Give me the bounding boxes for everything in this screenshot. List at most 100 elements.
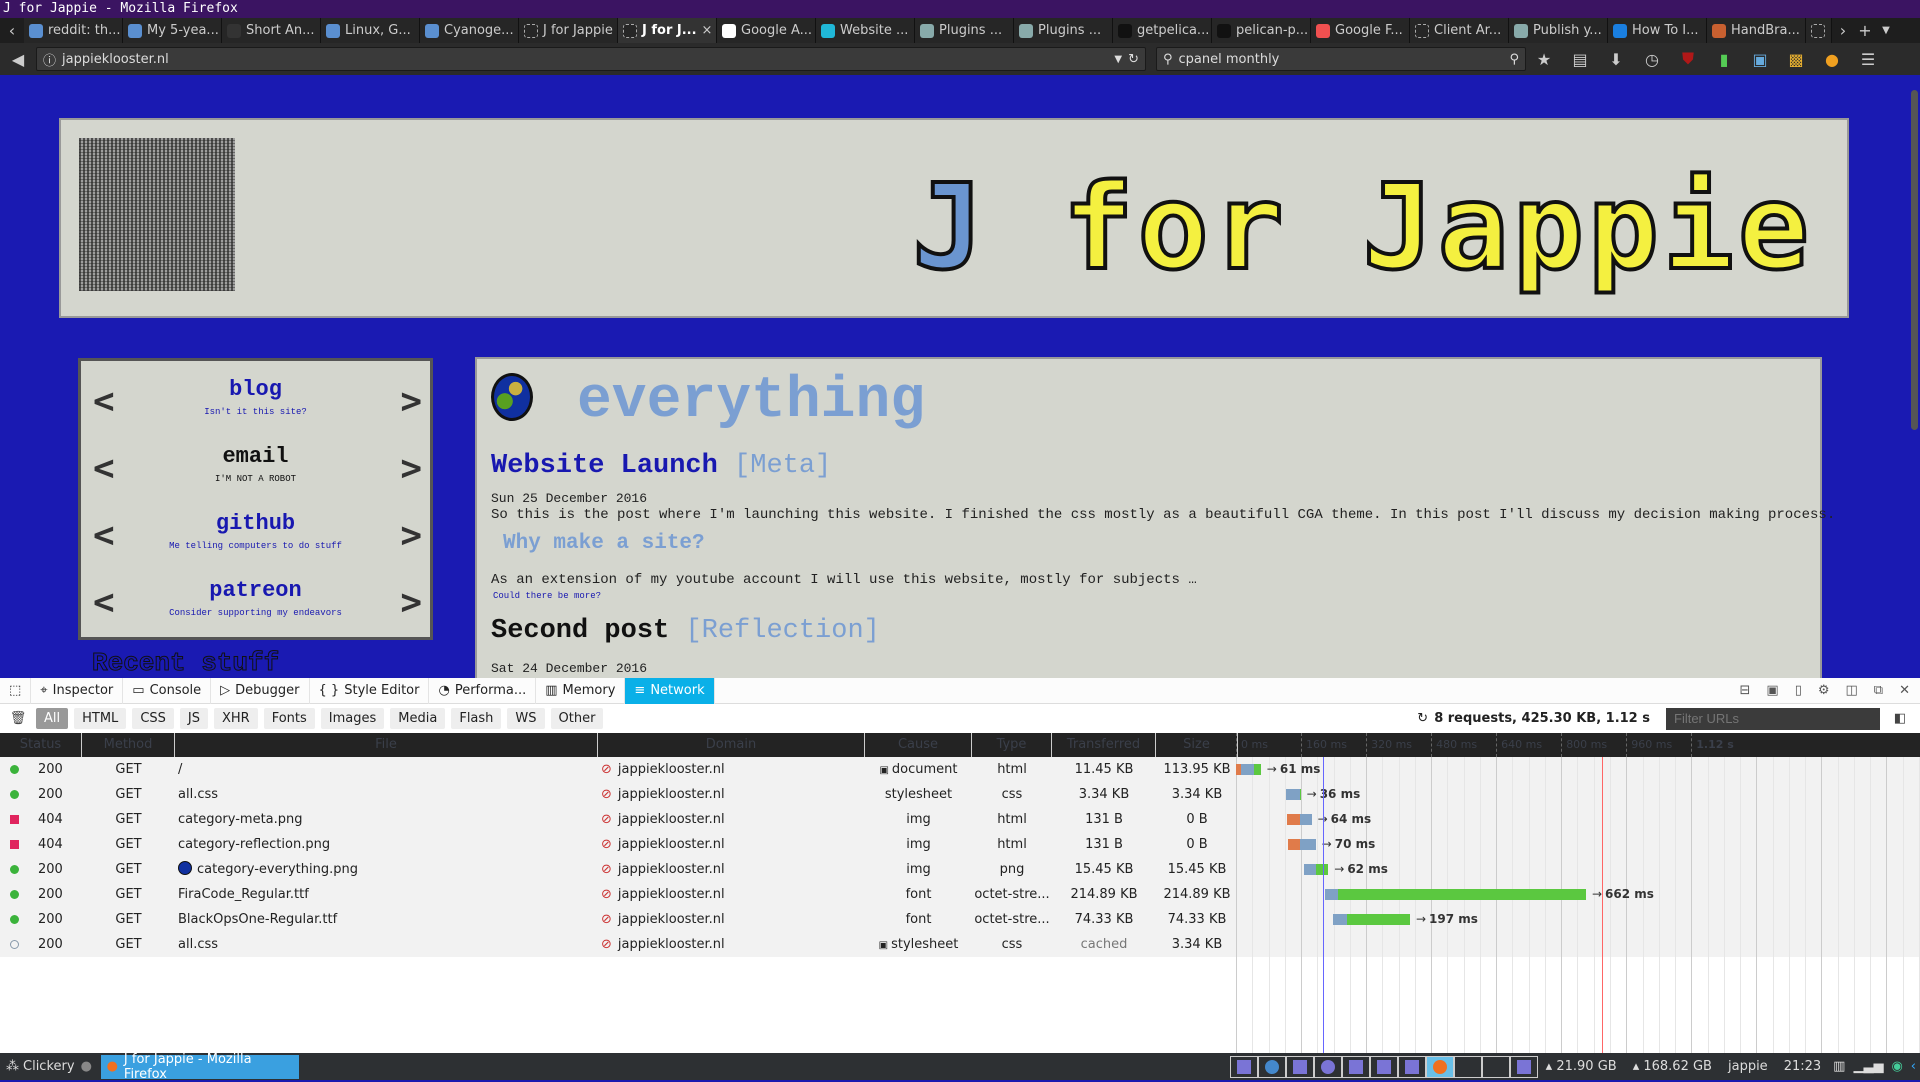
- network-request-row[interactable]: 200 GET category-everything.png ⊘ jappiekloo…: [0, 857, 1920, 882]
- tray-app[interactable]: [1313, 1055, 1342, 1078]
- css-extension-icon[interactable]: ▩: [1778, 50, 1814, 69]
- ublock-icon[interactable]: ⛊: [1670, 49, 1706, 69]
- browser-tab[interactable]: J for Jappie: [519, 18, 618, 43]
- filter-urls-input[interactable]: [1666, 707, 1880, 730]
- settings-gear-icon[interactable]: ⚙: [1818, 683, 1830, 698]
- tab-list-icon[interactable]: ▼: [1876, 25, 1896, 36]
- downloads-icon[interactable]: ⬇: [1598, 50, 1634, 69]
- devtools-tab-console[interactable]: ▭ Console: [123, 677, 212, 704]
- browser-tab[interactable]: Plugins ...: [1014, 18, 1113, 43]
- url-bar[interactable]: ⓘ jappieklooster.nl ▼ ↻: [36, 47, 1146, 71]
- network-request-row[interactable]: 404 GET category-meta.png ⊘ jappieklooster.n…: [0, 807, 1920, 832]
- browser-tab[interactable]: My 5-yea...: [123, 18, 222, 43]
- clock[interactable]: 21:23: [1776, 1059, 1829, 1074]
- timing-bar-segment[interactable]: [1303, 864, 1317, 875]
- timing-bar-segment[interactable]: [1299, 789, 1301, 800]
- url-dropdown-icon[interactable]: ▼: [1114, 54, 1122, 65]
- chevron-right-icon[interactable]: >: [400, 448, 422, 489]
- chevron-right-icon[interactable]: >: [400, 515, 422, 556]
- timing-bar-segment[interactable]: [1299, 814, 1312, 825]
- browser-tab[interactable]: Plugins ...: [915, 18, 1014, 43]
- page-scrollbar[interactable]: [1908, 75, 1920, 678]
- filter-html[interactable]: HTML: [74, 708, 127, 729]
- sheet-extension-icon[interactable]: ▮: [1706, 50, 1742, 69]
- tab-scroll-right-icon[interactable]: ›: [1832, 21, 1854, 40]
- close-tab-icon[interactable]: ×: [702, 23, 713, 38]
- network-request-row[interactable]: 200 GET all.css ⊘ jappieklooster.nl styleshee…: [0, 782, 1920, 807]
- column-header-domain[interactable]: Domain: [598, 733, 865, 757]
- browser-tab[interactable]: Client Ar...: [1410, 18, 1509, 43]
- activity-icon[interactable]: ●: [81, 1059, 101, 1074]
- tray-app[interactable]: [1257, 1055, 1286, 1078]
- column-header-file[interactable]: File: [175, 733, 598, 757]
- tray-expand-icon[interactable]: ‹: [1907, 1059, 1920, 1074]
- reading-list-icon[interactable]: ▤: [1562, 50, 1598, 69]
- tray-app[interactable]: [1341, 1055, 1370, 1078]
- tray-app-active[interactable]: [1425, 1055, 1454, 1078]
- sidebar-link[interactable]: patreon: [81, 578, 430, 603]
- timing-bar-segment[interactable]: [1253, 764, 1261, 775]
- clear-trash-icon[interactable]: 🗑: [0, 711, 36, 726]
- filter-media[interactable]: Media: [390, 708, 446, 729]
- battery-icon[interactable]: ▥: [1829, 1059, 1849, 1074]
- browser-tab[interactable]: Google A...: [717, 18, 816, 43]
- reload-icon[interactable]: ↻: [1128, 52, 1139, 67]
- network-icon[interactable]: ◉: [1887, 1059, 1906, 1074]
- filter-fonts[interactable]: Fonts: [263, 708, 315, 729]
- read-more-link[interactable]: Could there be more?: [493, 591, 601, 601]
- column-header-type[interactable]: Type: [972, 733, 1052, 757]
- filter-flash[interactable]: Flash: [451, 708, 502, 729]
- chevron-right-icon[interactable]: >: [400, 381, 422, 422]
- timing-bar-segment[interactable]: [1287, 814, 1300, 825]
- toggle-sidebar-icon[interactable]: ◧: [1880, 711, 1920, 726]
- timing-bar-segment[interactable]: [1338, 889, 1586, 900]
- undock-window-icon[interactable]: ⧉: [1874, 683, 1883, 698]
- signal-icon[interactable]: ▁▃▅: [1849, 1059, 1887, 1074]
- close-devtools-icon[interactable]: ✕: [1899, 683, 1910, 698]
- site-title[interactable]: J for Jappie: [910, 156, 1813, 298]
- post-title-link[interactable]: Second post: [491, 616, 669, 646]
- tray-app[interactable]: [1509, 1055, 1538, 1078]
- timing-bar-segment[interactable]: [1240, 764, 1254, 775]
- devtools-tab-debugger[interactable]: ▷ Debugger: [211, 677, 310, 704]
- split-console-icon[interactable]: ▣: [1766, 683, 1778, 698]
- timing-bar-segment[interactable]: [1333, 914, 1347, 925]
- browser-tab[interactable]: How To I...: [1608, 18, 1707, 43]
- column-header-method[interactable]: Method: [82, 733, 175, 757]
- filter-xhr[interactable]: XHR: [214, 708, 258, 729]
- filter-css[interactable]: CSS: [132, 708, 174, 729]
- browser-tab[interactable]: Publish y...: [1509, 18, 1608, 43]
- browser-tab[interactable]: HandBra...: [1707, 18, 1806, 43]
- timing-bar-segment[interactable]: [1300, 839, 1316, 850]
- element-picker-icon[interactable]: ⬚: [0, 677, 32, 704]
- filter-js[interactable]: JS: [179, 708, 208, 729]
- post-tag-link[interactable]: [Reflection]: [685, 616, 879, 646]
- network-request-row[interactable]: 200 GET BlackOpsOne-Regular.ttf ⊘ jappiekloo…: [0, 907, 1920, 932]
- reload-timer-icon[interactable]: ↻: [1417, 711, 1428, 726]
- devtools-tab-network[interactable]: ≡ Network: [625, 677, 715, 704]
- browser-tab[interactable]: Cyanoge...: [420, 18, 519, 43]
- browser-tab[interactable]: Google F...: [1311, 18, 1410, 43]
- info-icon[interactable]: ⓘ: [43, 50, 56, 69]
- column-header-transferred[interactable]: Transferred: [1052, 733, 1156, 757]
- network-request-row[interactable]: 404 GET category-reflection.png ⊘ jappiekloo…: [0, 832, 1920, 857]
- tray-app[interactable]: [1369, 1055, 1398, 1078]
- timing-bar-segment[interactable]: [1325, 889, 1339, 900]
- browser-tab[interactable]: pelican-p...: [1212, 18, 1311, 43]
- new-tab-button[interactable]: +: [1854, 21, 1876, 40]
- network-request-row[interactable]: 200 GET all.css ⊘ jappieklooster.nl ▣ styleshe…: [0, 932, 1920, 957]
- tab-scroll-left-icon[interactable]: ‹: [0, 21, 24, 40]
- search-go-icon[interactable]: ⚲: [1509, 52, 1519, 67]
- devtools-tab-style-editor[interactable]: { } Style Editor: [310, 677, 430, 704]
- network-request-row[interactable]: 200 GET FiraCode_Regular.ttf ⊘ jappieklooste…: [0, 882, 1920, 907]
- s-extension-icon[interactable]: ▣: [1742, 50, 1778, 69]
- sidebar-link[interactable]: email: [81, 444, 430, 469]
- devtools-tab-performa-[interactable]: ◔ Performa...: [429, 677, 537, 704]
- user-name[interactable]: jappie: [1720, 1059, 1776, 1074]
- filter-ws[interactable]: WS: [507, 708, 545, 729]
- sidebar-link[interactable]: blog: [81, 377, 430, 402]
- responsive-mode-icon[interactable]: ▯: [1795, 683, 1802, 698]
- column-header-cause[interactable]: Cause: [865, 733, 972, 757]
- menu-icon[interactable]: ☰: [1850, 50, 1886, 69]
- taskbar-window-firefox[interactable]: ● J for Jappie - Mozilla Firefox: [100, 1052, 299, 1082]
